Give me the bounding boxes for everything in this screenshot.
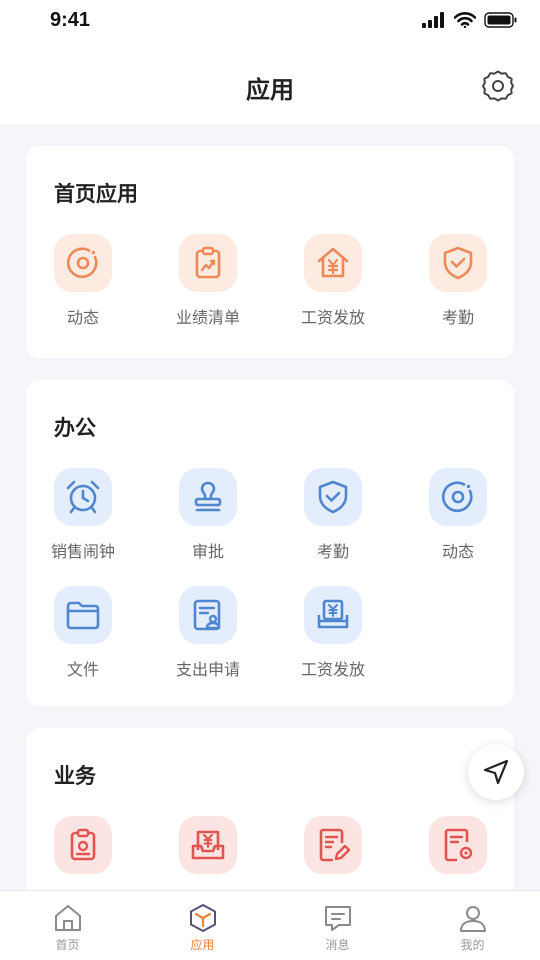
bottom-tab-bar: 首页 应用 消息 我的 [0, 890, 540, 960]
business-income-icon [191, 830, 225, 860]
app-approval[interactable]: 审批 [147, 468, 269, 578]
tab-home[interactable]: 首页 [0, 891, 135, 960]
app-label: 业绩清单 [175, 308, 240, 327]
app-dynamic[interactable]: 动态 [22, 234, 144, 344]
tab-label: 应用 [190, 938, 215, 952]
app-label: 动态 [66, 308, 99, 327]
app-business-3[interactable] [272, 816, 394, 890]
section-business: 业务 [26, 728, 514, 890]
home-icon [54, 905, 81, 931]
message-icon [324, 906, 351, 931]
section-title: 办公 [54, 416, 96, 440]
settings-button[interactable] [480, 68, 516, 104]
clipboard-icon [70, 828, 96, 861]
section-title: 业务 [54, 764, 96, 788]
app-expense-request[interactable]: 支出申请 [147, 586, 269, 696]
app-performance-list[interactable]: 业绩清单 [147, 234, 269, 344]
content-area[interactable]: 首页应用 动态 业绩清单 工资发放 考勤 办公 销售闹钟 审批 考勤 动态 文件… [0, 124, 540, 890]
signal-icon [422, 12, 444, 28]
tab-profile[interactable]: 我的 [405, 891, 540, 960]
dynamic-icon [67, 247, 98, 279]
wifi-icon [454, 12, 476, 28]
settings-document-icon [444, 828, 473, 862]
tab-label: 首页 [55, 938, 80, 952]
dynamic-icon [442, 481, 473, 513]
tab-label: 我的 [460, 938, 485, 952]
app-business-4[interactable] [397, 816, 519, 890]
attendance-shield-icon [443, 246, 473, 280]
navigation-arrow-icon [483, 759, 509, 785]
salary-register-icon [317, 599, 349, 629]
app-dynamic-office[interactable]: 动态 [397, 468, 519, 578]
section-home-apps: 首页应用 动态 业绩清单 工资发放 考勤 [26, 146, 514, 358]
alarm-clock-icon [66, 480, 100, 514]
battery-icon [484, 12, 517, 28]
app-label: 工资发放 [300, 308, 365, 327]
page-title: 应用 [246, 76, 294, 104]
app-business-2[interactable] [147, 816, 269, 890]
app-label: 工资发放 [300, 660, 365, 679]
section-title: 首页应用 [54, 182, 138, 206]
page-header: 应用 [0, 44, 540, 124]
location-float-button[interactable] [468, 744, 524, 800]
user-icon [459, 906, 486, 932]
app-salary-office[interactable]: 工资发放 [272, 586, 394, 696]
performance-list-icon [195, 246, 221, 279]
app-attendance-office[interactable]: 考勤 [272, 468, 394, 578]
app-label: 考勤 [441, 308, 474, 327]
gear-icon [482, 70, 514, 102]
tab-messages[interactable]: 消息 [270, 891, 405, 960]
expense-form-icon [193, 599, 221, 631]
tab-apps[interactable]: 应用 [135, 891, 270, 960]
stamp-icon [194, 481, 222, 512]
app-label: 动态 [441, 542, 474, 561]
status-time: 9:41 [50, 9, 91, 31]
apps-cube-icon [189, 904, 216, 932]
app-attendance[interactable]: 考勤 [397, 234, 519, 344]
attendance-shield-icon [318, 480, 348, 514]
app-label: 支出申请 [175, 660, 240, 679]
app-label: 考勤 [316, 542, 349, 561]
status-bar: 9:41 [0, 0, 540, 44]
folder-icon [66, 601, 100, 630]
salary-house-icon [317, 247, 349, 278]
app-salary-payment[interactable]: 工资发放 [272, 234, 394, 344]
app-sales-alarm[interactable]: 销售闹钟 [22, 468, 144, 578]
app-label: 审批 [191, 542, 224, 561]
app-business-1[interactable] [22, 816, 144, 890]
app-label: 销售闹钟 [50, 542, 115, 561]
edit-document-icon [319, 828, 351, 862]
section-office: 办公 销售闹钟 审批 考勤 动态 文件 支出申请 工资发放 [26, 380, 514, 706]
app-label: 文件 [66, 660, 99, 679]
tab-label: 消息 [325, 938, 350, 952]
app-files[interactable]: 文件 [22, 586, 144, 696]
